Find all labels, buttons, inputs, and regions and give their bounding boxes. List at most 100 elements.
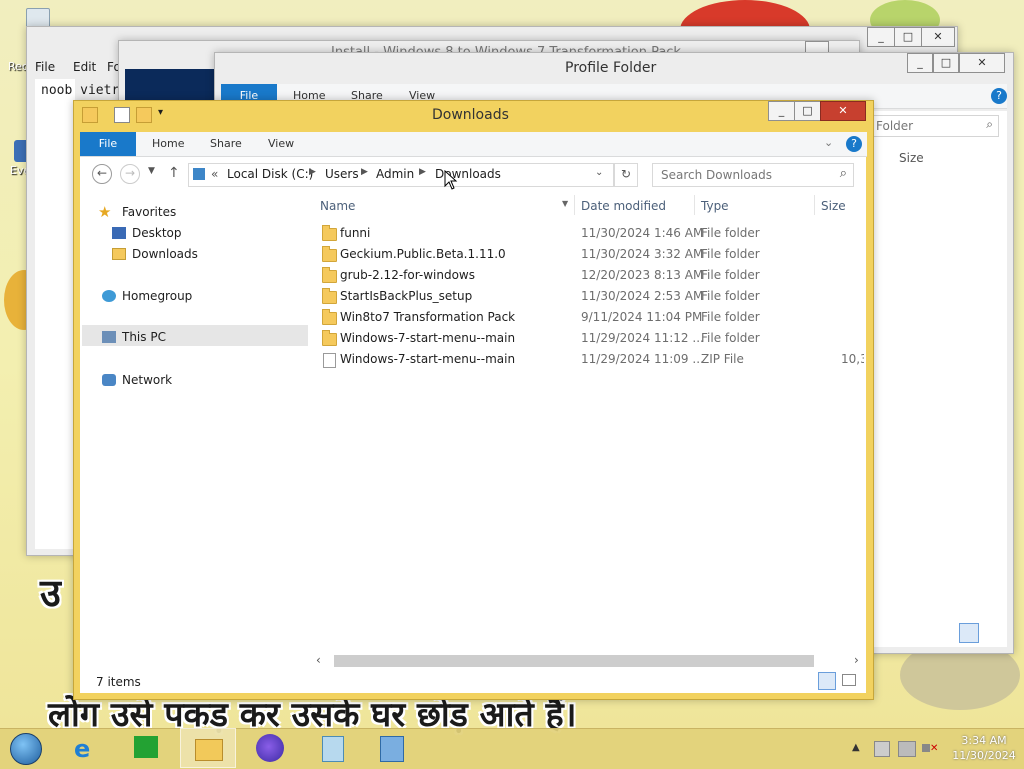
action-center-icon[interactable] <box>874 741 890 757</box>
column-size[interactable]: Size <box>899 151 924 165</box>
network-status-icon[interactable] <box>898 741 916 757</box>
cell-name: Windows-7-start-menu--main <box>340 352 516 366</box>
breadcrumb-local-disk[interactable]: Local Disk (C:) <box>227 167 313 181</box>
table-row[interactable]: StartIsBackPlus_setup 11/30/2024 2:53 AM F… <box>314 286 864 307</box>
ribbon-expand-icon[interactable]: ⌄ <box>824 136 833 149</box>
horizontal-scrollbar[interactable]: ‹ › <box>314 653 864 669</box>
search-placeholder: Folder <box>876 119 914 133</box>
nav-network[interactable]: Network <box>102 370 292 390</box>
column-sort-icon[interactable]: ▼ <box>562 199 568 208</box>
column-name[interactable]: Name <box>320 199 570 213</box>
tab-share[interactable]: Share <box>210 132 242 156</box>
table-row[interactable]: Geckium.Public.Beta.1.11.0 11/30/2024 3:3… <box>314 244 864 265</box>
breadcrumb-users[interactable]: Users <box>325 167 359 181</box>
help-icon[interactable]: ? <box>846 136 862 152</box>
cell-type: File folder <box>701 310 760 324</box>
nav-label: Network <box>122 373 173 387</box>
folder-icon <box>322 330 337 346</box>
minimize-button[interactable]: _ <box>867 27 895 47</box>
start-button[interactable] <box>0 728 52 768</box>
notepad-editor[interactable]: noob vietr <box>35 79 119 549</box>
maximize-button[interactable]: □ <box>894 27 922 47</box>
minimize-button[interactable]: _ <box>907 53 933 73</box>
internet-explorer-icon[interactable]: e <box>60 728 112 768</box>
nav-label: Desktop <box>132 226 182 240</box>
up-arrow-icon[interactable]: ↑ <box>168 165 180 181</box>
maximize-button[interactable]: □ <box>794 101 821 121</box>
address-dropdown-icon[interactable]: ⌄ <box>595 167 603 178</box>
menu-edit[interactable]: Edit <box>73 57 103 77</box>
help-icon[interactable]: ? <box>991 88 1007 104</box>
breadcrumb-separator-icon[interactable]: ▶ <box>309 167 316 177</box>
search-placeholder: Search Downloads <box>661 168 772 182</box>
table-row[interactable]: Windows-7-start-menu--main 11/29/2024 11:… <box>314 328 864 349</box>
nav-desktop[interactable]: Desktop <box>112 223 292 243</box>
folder-icon <box>322 267 337 283</box>
column-type[interactable]: Type <box>701 199 729 213</box>
tab-file[interactable]: File <box>80 132 136 156</box>
show-hidden-icons-button[interactable]: ▲ <box>852 742 860 753</box>
nav-this-pc[interactable]: This PC <box>102 327 292 347</box>
nav-favorites[interactable]: ★ Favorites <box>98 202 298 222</box>
recent-locations-icon[interactable]: ▼ <box>148 166 155 176</box>
firefox-icon[interactable] <box>244 728 296 768</box>
homegroup-icon <box>102 290 116 302</box>
search-icon: ⌕ <box>986 117 993 131</box>
cell-date: 9/11/2024 11:04 PM <box>581 310 703 324</box>
address-bar[interactable]: « Local Disk (C:) ▶ Users ▶ Admin ▶ Down… <box>188 163 614 187</box>
store-icon[interactable] <box>120 728 172 768</box>
details-view-icon[interactable] <box>818 672 836 690</box>
details-view-icon[interactable] <box>959 623 979 643</box>
tab-home[interactable]: Home <box>152 132 184 156</box>
installer-taskbar-icon[interactable] <box>366 728 418 768</box>
close-button[interactable]: ✕ <box>959 53 1005 73</box>
column-divider[interactable] <box>694 195 695 215</box>
file-explorer-taskbar-icon[interactable] <box>180 728 236 768</box>
column-divider[interactable] <box>814 195 815 215</box>
clock[interactable]: 3:34 AM 11/30/2024 <box>952 733 1016 763</box>
scroll-left-icon[interactable]: ‹ <box>316 653 321 667</box>
properties-icon[interactable] <box>114 107 130 123</box>
menu-file[interactable]: File <box>35 57 75 77</box>
minimize-button[interactable]: _ <box>768 101 795 121</box>
search-box[interactable]: Search Downloads ⌕ <box>652 163 854 187</box>
close-button[interactable]: ✕ <box>921 27 955 47</box>
breadcrumb-separator-icon[interactable]: ▶ <box>419 167 426 177</box>
search-icon: ⌕ <box>839 166 847 181</box>
breadcrumb-separator-icon[interactable]: ▶ <box>361 167 368 177</box>
column-size[interactable]: Size <box>821 199 846 213</box>
back-button[interactable]: ← <box>92 164 112 184</box>
column-date[interactable]: Date modified <box>581 199 666 213</box>
large-icons-view-icon[interactable] <box>842 674 856 686</box>
maximize-button[interactable]: □ <box>933 53 959 73</box>
new-folder-icon[interactable] <box>136 107 152 123</box>
nav-homegroup[interactable]: Homegroup <box>102 286 292 306</box>
table-row[interactable]: Windows-7-start-menu--main 11/29/2024 11:… <box>314 349 864 370</box>
cell-type: File folder <box>701 289 760 303</box>
scroll-right-icon[interactable]: › <box>854 653 859 667</box>
search-box[interactable]: Folder ⌕ <box>871 115 999 137</box>
large-icons-view-icon[interactable] <box>981 623 999 641</box>
table-row[interactable]: grub-2.12-for-windows 12/20/2023 8:13 AM F… <box>314 265 864 286</box>
file-list: Name ▼ Date modified Type Size funni 11/3… <box>314 193 864 653</box>
cell-date: 11/30/2024 1:46 AM <box>581 226 704 240</box>
table-row[interactable]: Win8to7 Transformation Pack 9/11/2024 11:… <box>314 307 864 328</box>
explorer-window[interactable]: ▾ Downloads _ □ ✕ File Home Share View ⌄… <box>73 100 874 700</box>
column-divider[interactable] <box>574 195 575 215</box>
volume-icon[interactable]: ✕ <box>922 741 938 755</box>
close-button[interactable]: ✕ <box>820 101 866 121</box>
scrollbar-thumb[interactable] <box>334 655 814 667</box>
customize-toolbar-icon[interactable]: ▾ <box>158 107 163 118</box>
refresh-icon[interactable]: ↻ <box>614 163 638 187</box>
nav-downloads[interactable]: Downloads <box>112 244 292 264</box>
folder-icon <box>82 107 98 123</box>
clock-time: 3:34 AM <box>961 734 1007 747</box>
table-row[interactable]: funni 11/30/2024 1:46 AM File folder <box>314 223 864 244</box>
downloads-location-icon <box>193 168 205 180</box>
tab-view[interactable]: View <box>268 132 294 156</box>
forward-button[interactable]: → <box>120 164 140 184</box>
notepad-taskbar-icon[interactable] <box>306 728 358 768</box>
breadcrumb-overflow[interactable]: « <box>211 167 218 181</box>
breadcrumb-admin[interactable]: Admin <box>376 167 414 181</box>
cell-type: File folder <box>701 247 760 261</box>
